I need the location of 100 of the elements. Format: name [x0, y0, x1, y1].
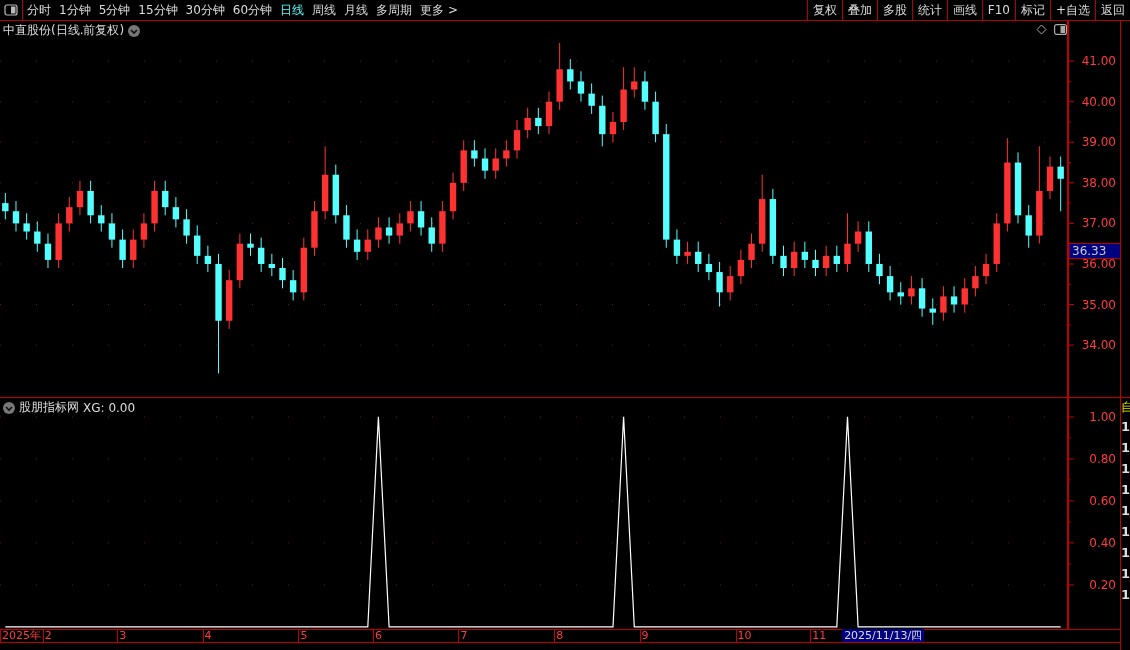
rising-candle: [503, 139, 510, 168]
rising-candle: [76, 180, 84, 216]
rising-candle: [151, 180, 158, 232]
falling-candle: [695, 241, 702, 273]
falling-candle: [2, 192, 9, 220]
falling-candle: [812, 249, 819, 277]
period-tab[interactable]: 日线: [276, 0, 309, 20]
rising-candle: [908, 275, 915, 305]
falling-candle: [918, 277, 926, 318]
toolbar-button[interactable]: F10: [981, 0, 1015, 20]
rising-candle: [460, 139, 467, 192]
date-axis-label: 8: [554, 629, 564, 642]
date-axis-label: 11: [810, 629, 827, 642]
diamond-icon[interactable]: [1036, 24, 1047, 35]
dropdown-icon[interactable]: [3, 401, 15, 414]
rising-candle: [236, 233, 244, 289]
falling-candle: [1025, 204, 1032, 249]
indicator-title: 股朋指标网: [19, 399, 79, 416]
side-column-value: 1: [1121, 503, 1130, 519]
rising-candle: [684, 241, 691, 265]
period-tab[interactable]: 更多 >: [416, 0, 462, 20]
indicator-axis-label: 0.20: [1089, 577, 1116, 592]
date-axis-label: 2025年: [0, 629, 41, 642]
falling-candle: [87, 180, 94, 224]
rising-candle: [226, 269, 233, 330]
period-tab[interactable]: 30分钟: [181, 0, 229, 20]
toolbar-button[interactable]: 复权: [806, 0, 842, 20]
side-column-value: 1: [1121, 524, 1130, 540]
falling-candle: [428, 216, 435, 253]
rising-candle: [300, 237, 307, 301]
side-column-value: 1: [1121, 419, 1130, 435]
last-price-label: 36.33: [1068, 243, 1120, 260]
falling-candle: [673, 229, 681, 265]
falling-candle: [897, 281, 904, 305]
falling-candle: [183, 208, 190, 245]
side-column-value: 1: [1121, 566, 1130, 582]
period-tab[interactable]: 周线: [308, 0, 341, 20]
indicator-axis-label: 0.40: [1089, 535, 1116, 550]
toolbar-button[interactable]: 多股: [876, 0, 912, 20]
falling-candle: [577, 70, 585, 103]
side-column-value: 1: [1121, 545, 1130, 561]
date-axis-label: 3: [117, 629, 127, 642]
period-tab[interactable]: 月线: [340, 0, 373, 20]
period-tab[interactable]: 5分钟: [94, 0, 135, 20]
falling-candle: [886, 265, 894, 301]
falling-candle: [23, 212, 30, 241]
rising-candle: [844, 212, 851, 273]
price-axis-label: 37.00: [1081, 216, 1116, 231]
falling-candle: [652, 91, 659, 143]
falling-candle: [108, 212, 116, 249]
falling-candle: [268, 253, 276, 277]
date-axis-label: 4: [202, 629, 212, 642]
rising-candle: [631, 66, 638, 99]
falling-candle: [172, 196, 180, 228]
falling-candle: [353, 229, 361, 261]
toolbar-button[interactable]: 画线: [946, 0, 982, 20]
indicator-axis-label: 1.00: [1089, 409, 1116, 424]
rising-candle: [311, 200, 318, 257]
period-tab[interactable]: 15分钟: [134, 0, 182, 20]
rising-candle: [375, 216, 382, 249]
panel-toggle-icon[interactable]: [1054, 24, 1067, 35]
falling-candle: [471, 139, 478, 168]
falling-candle: [876, 253, 883, 285]
indicator-reading: XG: 0.00: [83, 400, 136, 415]
rising-candle: [737, 249, 745, 285]
toolbar-button[interactable]: 叠加: [841, 0, 877, 20]
date-axis-label: 10: [735, 629, 752, 642]
period-tab[interactable]: 60分钟: [228, 0, 277, 20]
toolbar-button[interactable]: 返回: [1095, 0, 1130, 20]
rising-candle: [396, 212, 403, 245]
rising-candle: [130, 229, 137, 269]
falling-candle: [194, 224, 201, 265]
side-column-value: 1: [1121, 440, 1130, 456]
rising-candle: [439, 200, 446, 253]
period-tab[interactable]: 1分钟: [55, 0, 95, 20]
falling-candle: [343, 204, 350, 249]
falling-candle: [801, 241, 809, 269]
falling-candle: [119, 229, 126, 269]
dropdown-icon[interactable]: [128, 24, 141, 37]
rising-candle: [407, 200, 414, 232]
price-axis-label: 38.00: [1081, 175, 1116, 190]
rising-candle: [940, 285, 947, 322]
period-tab[interactable]: 分时: [23, 0, 55, 20]
rising-candle: [972, 265, 979, 297]
rising-candle: [993, 212, 1000, 273]
falling-candle: [12, 200, 20, 232]
price-axis-label: 39.00: [1081, 135, 1116, 150]
rising-candle: [449, 172, 457, 220]
falling-candle: [705, 253, 713, 281]
falling-candle: [929, 297, 936, 326]
toolbar-button[interactable]: 标记: [1014, 0, 1050, 20]
falling-candle: [417, 200, 425, 237]
falling-candle: [780, 245, 787, 277]
period-tab[interactable]: 多周期: [372, 0, 417, 20]
falling-candle: [247, 233, 254, 257]
falling-candle: [257, 237, 265, 273]
chart-title: 中直股份(日线.前复权): [3, 22, 125, 39]
toolbar-button[interactable]: 统计: [911, 0, 947, 20]
toolbar-button[interactable]: +自选: [1049, 0, 1095, 20]
rising-candle: [140, 212, 148, 249]
